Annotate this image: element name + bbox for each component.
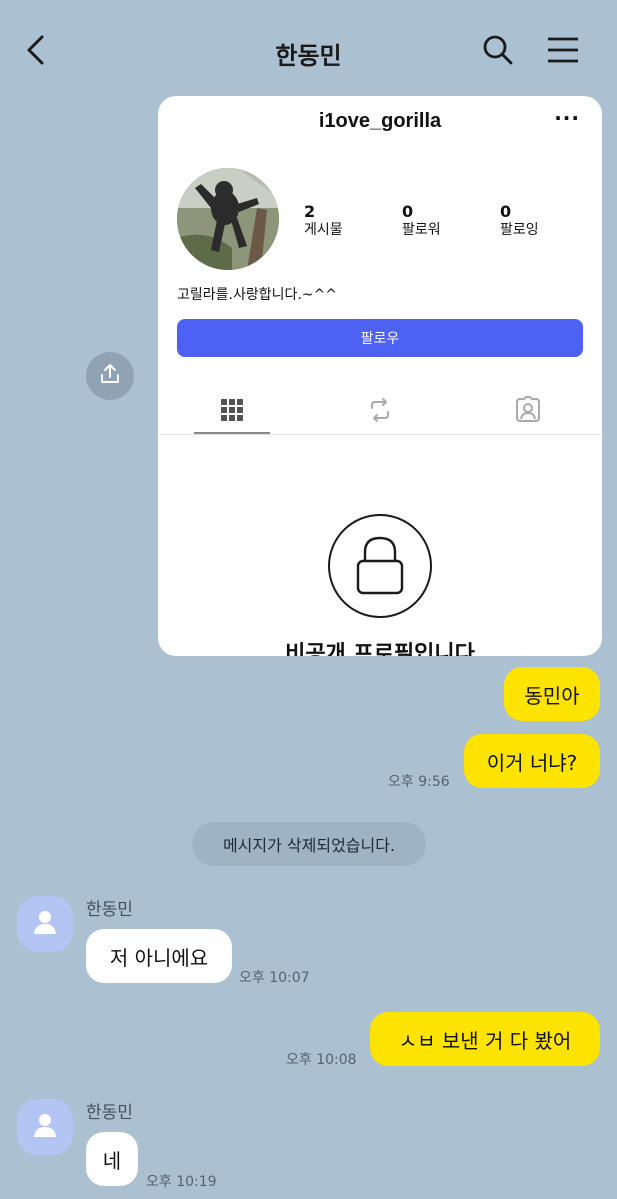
share-icon — [98, 362, 122, 390]
message-bubble[interactable]: 동민아 — [504, 667, 600, 721]
message-time: 오후 9:56 — [388, 774, 450, 790]
avatar[interactable] — [17, 1099, 73, 1155]
private-profile-text: 비공개 프로필입니다 — [285, 642, 475, 656]
chat-title: 한동민 — [275, 42, 342, 70]
tab-divider — [158, 434, 602, 435]
grid-icon — [212, 390, 252, 430]
message-bubble[interactable]: 저 아니에요 — [86, 929, 232, 983]
avatar[interactable] — [17, 896, 73, 952]
lock-icon — [328, 514, 432, 618]
hamburger-menu-icon — [546, 36, 580, 68]
profile-bio: 고릴라를.사랑합니다.~^^ — [177, 287, 338, 303]
tagged-icon — [508, 390, 548, 430]
message-time: 오후 10:07 — [239, 970, 310, 986]
search-icon — [482, 34, 514, 70]
profile-username: i1ove_gorilla — [318, 110, 442, 132]
sender-name: 한동민 — [86, 900, 133, 920]
chat-header: 한동민 — [0, 0, 617, 100]
stat-followers: 0 팔로워 — [402, 202, 441, 238]
message-bubble[interactable]: 이거 너냐? — [464, 734, 600, 788]
deleted-message-notice: 메시지가 삭제되었습니다. — [192, 822, 426, 866]
follow-button: 팔로우 — [177, 319, 583, 357]
search-button[interactable] — [474, 28, 522, 76]
more-options-icon: ··· — [554, 106, 580, 130]
stat-following: 0 팔로잉 — [500, 202, 539, 238]
share-button[interactable] — [86, 352, 134, 400]
message-time: 오후 10:08 — [286, 1052, 357, 1068]
profile-picture — [177, 168, 279, 270]
message-time: 오후 10:19 — [146, 1174, 217, 1190]
default-profile-icon — [30, 1110, 60, 1144]
repost-icon — [360, 390, 400, 430]
shared-image-message[interactable]: i1ove_gorilla ··· 2 게시물 0 팔로워 0 팔로잉 고릴라를… — [158, 96, 602, 656]
stat-posts: 2 게시물 — [304, 202, 343, 238]
message-bubble[interactable]: 네 — [86, 1132, 138, 1186]
sender-name: 한동민 — [86, 1103, 133, 1123]
message-bubble[interactable]: ㅅㅂ 보낸 거 다 봤어 — [370, 1012, 600, 1066]
default-profile-icon — [30, 907, 60, 941]
menu-button[interactable] — [539, 28, 587, 76]
